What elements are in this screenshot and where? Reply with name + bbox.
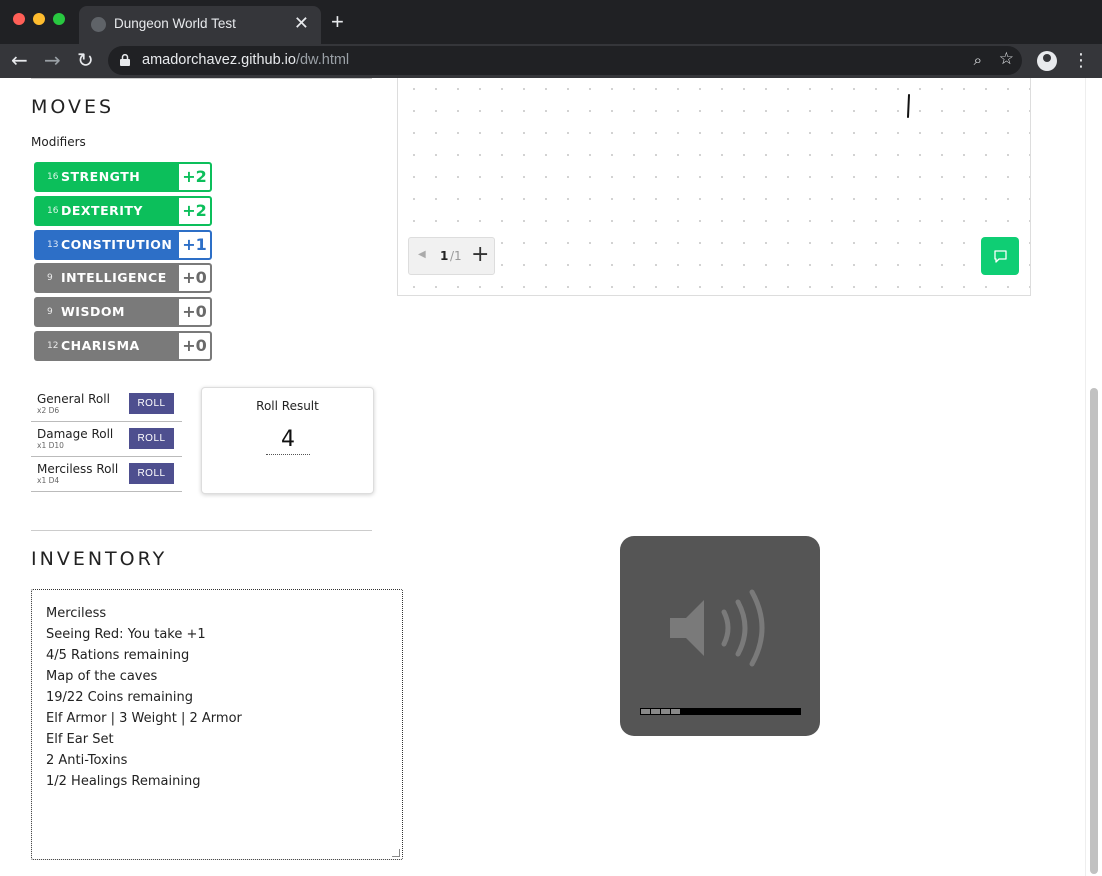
general-roll-button[interactable]: ROLL <box>129 393 174 414</box>
reload-icon[interactable]: ↻ <box>77 48 94 72</box>
stat-modifier: +2 <box>177 196 212 226</box>
stat-bar: 16 DEXTERITY <box>34 196 178 226</box>
lock-icon <box>120 54 130 66</box>
resize-handle[interactable] <box>392 849 400 857</box>
kebab-menu-icon[interactable]: ⋮ <box>1072 49 1090 73</box>
stat-strength[interactable]: 16 STRENGTH +2 <box>34 162 212 192</box>
inventory-item: 19/22 Coins remaining <box>46 690 194 705</box>
stat-charisma[interactable]: 12 CHARISMA +0 <box>34 331 212 361</box>
profile-avatar-icon[interactable] <box>1037 51 1057 71</box>
roll-name: Damage Roll <box>37 427 114 441</box>
inventory-item: Elf Armor | 3 Weight | 2 Armor <box>46 711 242 726</box>
inventory-item: Merciless <box>46 606 107 621</box>
stat-bar: 16 STRENGTH <box>34 162 178 192</box>
divider <box>31 78 372 79</box>
pen-stroke <box>907 94 910 118</box>
stat-score: 13 <box>47 240 59 250</box>
forward-arrow-icon[interactable]: → <box>44 48 61 72</box>
inventory-item: Map of the caves <box>46 669 158 684</box>
whiteboard-canvas[interactable]: ◀ 1 /1 + <box>397 78 1031 296</box>
stat-modifier: +0 <box>177 331 212 361</box>
stat-score: 16 <box>47 206 59 216</box>
browser-tab[interactable]: Dungeon World Test ✕ <box>79 6 321 44</box>
roll-dice: x1 D4 <box>37 476 60 485</box>
stat-score: 9 <box>47 307 53 317</box>
stat-wisdom[interactable]: 9 WISDOM +0 <box>34 297 212 327</box>
minimize-window-button[interactable] <box>33 13 45 25</box>
roll-dice: x2 D6 <box>37 406 60 415</box>
stat-bar: 13 CONSTITUTION <box>34 230 178 260</box>
stat-modifier: +2 <box>177 162 212 192</box>
stat-bar: 12 CHARISMA <box>34 331 178 361</box>
stat-name: DEXTERITY <box>61 203 143 218</box>
url-host: amadorchavez.github.io <box>142 52 296 68</box>
inventory-item: Elf Ear Set <box>46 732 114 747</box>
roll-dice: x1 D10 <box>37 441 64 450</box>
tab-close-icon[interactable]: ✕ <box>294 13 309 34</box>
roll-name: General Roll <box>37 392 110 406</box>
moves-heading: MOVES <box>31 96 115 118</box>
stat-dexterity[interactable]: 16 DEXTERITY +2 <box>34 196 212 226</box>
stat-modifier: +1 <box>177 230 212 260</box>
stat-bar: 9 INTELLIGENCE <box>34 263 178 293</box>
roll-result-value: 4 <box>266 426 310 455</box>
merciless-roll-button[interactable]: ROLL <box>129 463 174 484</box>
volume-level-fill <box>641 709 681 714</box>
stat-intelligence[interactable]: 9 INTELLIGENCE +0 <box>34 263 212 293</box>
speaker-volume-icon <box>670 589 765 667</box>
current-page: 1 <box>440 249 449 263</box>
roll-name: Merciless Roll <box>37 462 119 476</box>
tab-title: Dungeon World Test <box>114 16 236 31</box>
chat-button[interactable] <box>981 237 1019 275</box>
page-content: MOVES Modifiers 16 STRENGTH +2 16 DEXTER… <box>0 78 1102 876</box>
roll-row-general: General Roll x2 D6 ROLL <box>31 387 182 422</box>
stat-name: WISDOM <box>61 304 125 319</box>
stat-name: INTELLIGENCE <box>61 270 167 285</box>
inventory-heading: INVENTORY <box>31 548 168 570</box>
url-text: amadorchavez.github.io/dw.html <box>142 52 349 68</box>
new-tab-button[interactable]: + <box>331 10 344 34</box>
stat-score: 9 <box>47 273 53 283</box>
url-path: /dw.html <box>295 52 350 68</box>
modifiers-label: Modifiers <box>31 135 86 149</box>
damage-roll-button[interactable]: ROLL <box>129 428 174 449</box>
globe-icon <box>91 17 106 32</box>
stat-bar: 9 WISDOM <box>34 297 178 327</box>
stat-modifier: +0 <box>177 263 212 293</box>
divider <box>31 530 372 531</box>
stat-modifier: +0 <box>177 297 212 327</box>
volume-level-bar <box>640 708 801 715</box>
bookmark-star-icon[interactable]: ☆ <box>999 49 1014 69</box>
inventory-item: 4/5 Rations remaining <box>46 648 190 663</box>
stat-score: 16 <box>47 172 59 182</box>
add-page-button[interactable]: + <box>471 243 489 267</box>
previous-page-icon[interactable]: ◀ <box>418 249 426 260</box>
inventory-item: 1/2 Healings Remaining <box>46 774 201 789</box>
stat-name: CONSTITUTION <box>61 237 173 252</box>
inventory-item: Seeing Red: You take +1 <box>46 627 206 642</box>
maximize-window-button[interactable] <box>53 13 65 25</box>
page-scrollbar[interactable] <box>1085 78 1102 876</box>
browser-titlebar: Dungeon World Test ✕ + <box>0 0 1102 44</box>
address-bar[interactable]: amadorchavez.github.io/dw.html ⌕ ☆ <box>108 46 1022 75</box>
scrollbar-thumb[interactable] <box>1090 388 1098 874</box>
inventory-item: 2 Anti-Toxins <box>46 753 128 768</box>
stat-score: 12 <box>47 341 59 351</box>
roll-result-label: Roll Result <box>256 399 319 413</box>
roll-row-damage: Damage Roll x1 D10 ROLL <box>31 422 182 457</box>
roll-row-merciless: Merciless Roll x1 D4 ROLL <box>31 457 182 492</box>
page-navigator: ◀ 1 /1 + <box>408 237 495 275</box>
chat-bubble-icon <box>994 250 1007 263</box>
roll-result-card: Roll Result 4 <box>201 387 374 494</box>
total-pages: /1 <box>450 249 462 263</box>
back-arrow-icon[interactable]: ← <box>11 48 28 72</box>
browser-toolbar: ← → ↻ amadorchavez.github.io/dw.html ⌕ ☆… <box>0 44 1102 78</box>
zoom-icon[interactable]: ⌕ <box>974 51 982 69</box>
stat-name: STRENGTH <box>61 169 141 184</box>
inventory-textarea[interactable]: Merciless Seeing Red: You take +1 4/5 Ra… <box>31 589 403 860</box>
stat-name: CHARISMA <box>61 338 140 353</box>
close-window-button[interactable] <box>13 13 25 25</box>
stat-constitution[interactable]: 13 CONSTITUTION +1 <box>34 230 212 260</box>
volume-overlay <box>620 536 820 736</box>
